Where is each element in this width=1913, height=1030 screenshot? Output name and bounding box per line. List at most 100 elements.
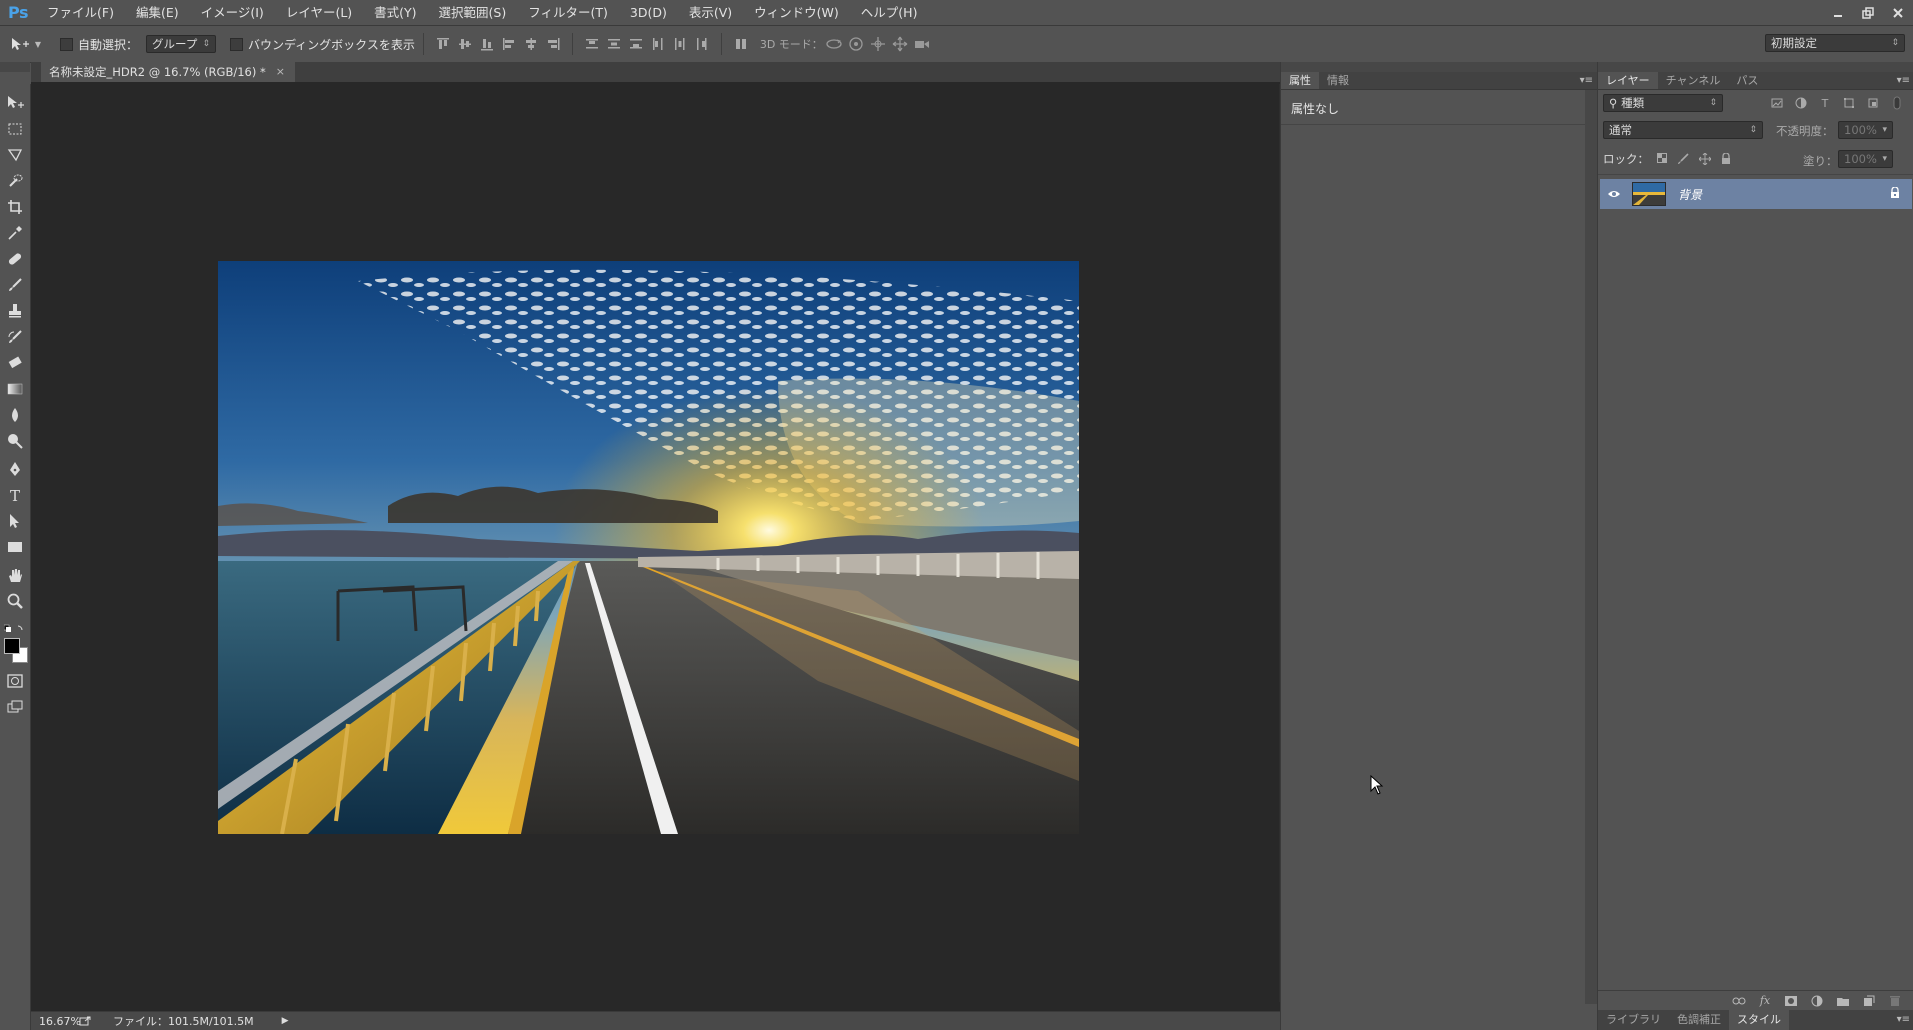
- restore-icon[interactable]: [1853, 0, 1883, 25]
- panel-menu-icon[interactable]: ▾≡: [1580, 72, 1593, 89]
- pan-3d-icon[interactable]: [867, 33, 889, 55]
- menu-window[interactable]: ウィンドウ(W): [743, 0, 850, 25]
- filter-toggle-icon[interactable]: [1888, 95, 1906, 111]
- path-select-tool-icon[interactable]: [3, 510, 27, 532]
- panel-collapse-bar[interactable]: [1598, 62, 1913, 72]
- tab-channels[interactable]: チャンネル: [1658, 72, 1729, 89]
- history-brush-tool-icon[interactable]: [3, 326, 27, 348]
- layer-row-background[interactable]: 背景: [1600, 179, 1912, 209]
- quick-mask-icon[interactable]: [3, 670, 27, 692]
- distribute-bottom-icon[interactable]: [625, 33, 647, 55]
- menu-help[interactable]: ヘルプ(H): [850, 0, 929, 25]
- roll-3d-icon[interactable]: [845, 33, 867, 55]
- show-bbox-checkbox[interactable]: バウンディングボックスを表示: [230, 36, 415, 53]
- align-top-icon[interactable]: [432, 33, 454, 55]
- new-layer-icon[interactable]: [1860, 993, 1878, 1009]
- filter-smart-object-icon[interactable]: [1864, 95, 1882, 111]
- lock-transparency-icon[interactable]: [1657, 153, 1667, 165]
- auto-align-icon[interactable]: [730, 33, 752, 55]
- new-adjustment-layer-icon[interactable]: [1808, 993, 1826, 1009]
- close-icon[interactable]: [1883, 0, 1913, 25]
- move-tool-icon[interactable]: [3, 92, 27, 114]
- screen-mode-icon[interactable]: [3, 696, 27, 718]
- foreground-color-swatch[interactable]: [4, 638, 20, 654]
- show-bbox-box[interactable]: [230, 37, 244, 51]
- toolbar-collapse-bar[interactable]: [0, 62, 30, 72]
- add-mask-icon[interactable]: [1782, 993, 1800, 1009]
- menu-edit[interactable]: 編集(E): [125, 0, 190, 25]
- distribute-left-icon[interactable]: [647, 33, 669, 55]
- rectangle-tool-icon[interactable]: [3, 536, 27, 558]
- new-group-icon[interactable]: [1834, 993, 1852, 1009]
- menu-view[interactable]: 表示(V): [678, 0, 743, 25]
- menu-type[interactable]: 書式(Y): [363, 0, 427, 25]
- document-tab[interactable]: 名称未設定_HDR2 @ 16.7% (RGB/16) * ×: [41, 62, 295, 82]
- align-left-icon[interactable]: [498, 33, 520, 55]
- type-tool-icon[interactable]: T: [3, 484, 27, 506]
- export-icon[interactable]: [79, 1016, 95, 1026]
- tab-paths[interactable]: パス: [1728, 72, 1766, 89]
- healing-brush-tool-icon[interactable]: [3, 248, 27, 270]
- clone-stamp-tool-icon[interactable]: [3, 300, 27, 322]
- distribute-right-icon[interactable]: [691, 33, 713, 55]
- slide-3d-icon[interactable]: [889, 33, 911, 55]
- status-menu-arrow-icon[interactable]: ▶: [282, 1016, 289, 1026]
- eye-icon[interactable]: [1600, 189, 1628, 199]
- lock-position-icon[interactable]: [1699, 153, 1711, 165]
- layer-name[interactable]: 背景: [1678, 186, 1702, 203]
- marquee-tool-icon[interactable]: [3, 118, 27, 140]
- lasso-tool-icon[interactable]: [3, 144, 27, 166]
- align-hcenter-icon[interactable]: [520, 33, 542, 55]
- align-right-icon[interactable]: [542, 33, 564, 55]
- opacity-field[interactable]: 100% ▾: [1838, 121, 1893, 139]
- filter-adjustment-icon[interactable]: [1792, 95, 1810, 111]
- zoom-level[interactable]: 16.67%: [31, 1015, 81, 1028]
- filter-type-icon[interactable]: T: [1816, 95, 1834, 111]
- tool-preset-picker[interactable]: ▼: [0, 26, 50, 62]
- tab-styles[interactable]: スタイル: [1729, 1010, 1789, 1030]
- dodge-tool-icon[interactable]: [3, 430, 27, 452]
- tab-layers[interactable]: レイヤー: [1598, 72, 1658, 89]
- rotate-3d-icon[interactable]: [823, 33, 845, 55]
- menu-select[interactable]: 選択範囲(S): [428, 0, 518, 25]
- delete-layer-icon[interactable]: [1886, 993, 1904, 1009]
- properties-scrollbar[interactable]: [1585, 90, 1597, 1004]
- menu-layer[interactable]: レイヤー(L): [275, 0, 363, 25]
- panel-collapse-bar[interactable]: [1281, 62, 1597, 72]
- filter-shape-icon[interactable]: [1840, 95, 1858, 111]
- pen-tool-icon[interactable]: [3, 458, 27, 480]
- distribute-hcenter-icon[interactable]: [669, 33, 691, 55]
- layer-style-icon[interactable]: fx: [1756, 993, 1774, 1009]
- crop-tool-icon[interactable]: [3, 196, 27, 218]
- close-tab-icon[interactable]: ×: [276, 62, 285, 82]
- menu-image[interactable]: イメージ(I): [190, 0, 275, 25]
- hand-tool-icon[interactable]: [3, 564, 27, 586]
- gradient-tool-icon[interactable]: [3, 378, 27, 400]
- tab-adjustments[interactable]: 色調補正: [1669, 1010, 1729, 1030]
- lock-pixels-icon[interactable]: [1677, 153, 1689, 165]
- scale-3d-icon[interactable]: [911, 33, 933, 55]
- tab-libraries[interactable]: ライブラリ: [1598, 1010, 1669, 1030]
- tab-info[interactable]: 情報: [1319, 72, 1357, 89]
- zoom-tool-icon[interactable]: [3, 590, 27, 612]
- fill-field[interactable]: 100% ▾: [1838, 150, 1893, 168]
- layer-filter-dropdown[interactable]: ⚲ 種類 ⇕: [1603, 94, 1723, 112]
- auto-select-box[interactable]: [60, 37, 73, 51]
- blend-mode-dropdown[interactable]: 通常 ⇕: [1603, 121, 1763, 139]
- link-layers-icon[interactable]: [1730, 993, 1748, 1009]
- menu-filter[interactable]: フィルター(T): [517, 0, 619, 25]
- filter-pixel-icon[interactable]: [1768, 95, 1786, 111]
- minimize-icon[interactable]: [1823, 0, 1853, 25]
- menu-3d[interactable]: 3D(D): [619, 0, 678, 25]
- menu-file[interactable]: ファイル(F): [36, 0, 125, 25]
- panel-menu-icon[interactable]: ▾≡: [1897, 72, 1910, 89]
- color-swatches[interactable]: [4, 638, 30, 664]
- default-colors-icon[interactable]: [4, 624, 26, 634]
- distribute-vcenter-icon[interactable]: [603, 33, 625, 55]
- eraser-tool-icon[interactable]: [3, 352, 27, 374]
- align-bottom-icon[interactable]: [476, 33, 498, 55]
- quick-select-tool-icon[interactable]: [3, 170, 27, 192]
- canvas-image[interactable]: [218, 261, 1079, 834]
- lock-all-icon[interactable]: [1721, 153, 1731, 165]
- auto-select-checkbox[interactable]: 自動選択：: [60, 36, 138, 53]
